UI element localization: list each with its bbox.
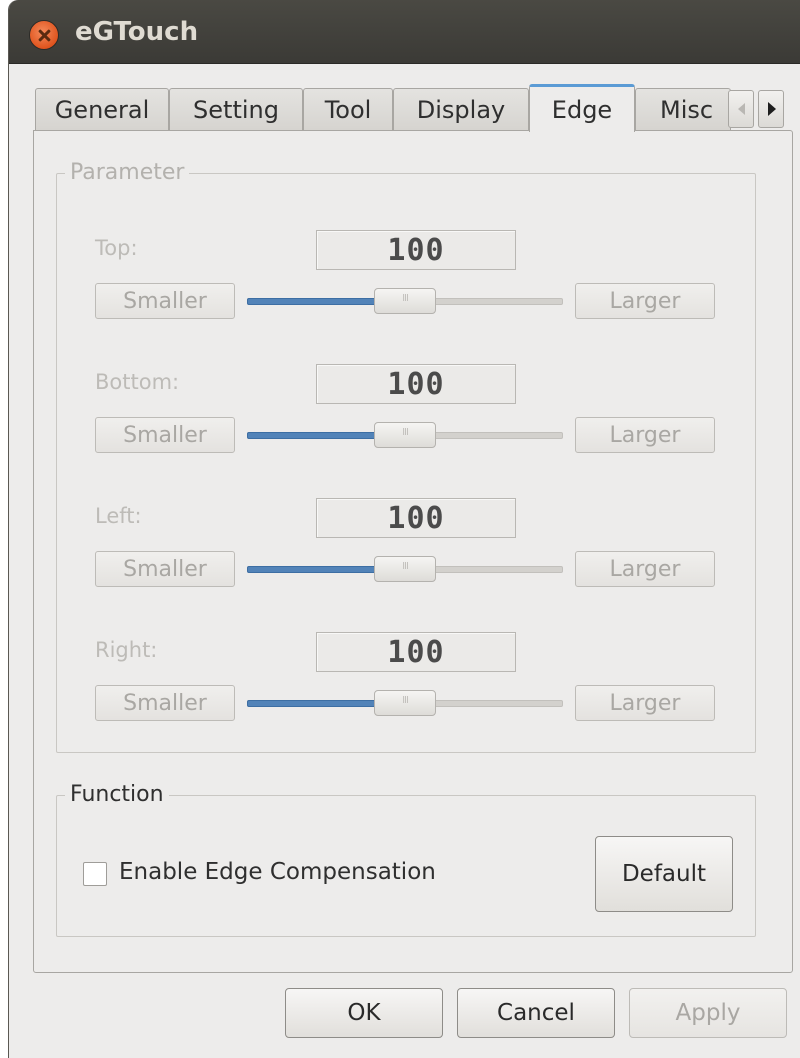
tab-setting[interactable]: Setting (169, 88, 303, 130)
apply-button[interactable]: Apply (629, 988, 787, 1038)
dialog-window: eGTouch General Setting Tool Display Edg… (8, 0, 800, 1058)
slider-handle[interactable] (374, 556, 436, 582)
top-larger-button[interactable]: Larger (575, 283, 715, 319)
enable-edge-compensation-checkbox[interactable] (83, 862, 107, 886)
right-larger-button[interactable]: Larger (575, 685, 715, 721)
function-group: Function Enable Edge Compensation Defaul… (56, 782, 756, 937)
top-value-display: 100 (316, 230, 516, 270)
top-slider[interactable] (247, 283, 563, 319)
left-value-display: 100 (316, 498, 516, 538)
right-smaller-button[interactable]: Smaller (95, 685, 235, 721)
chevron-left-icon (738, 103, 745, 115)
slider-handle[interactable] (374, 422, 436, 448)
right-value-display: 100 (316, 632, 516, 672)
left-larger-button[interactable]: Larger (575, 551, 715, 587)
chevron-right-icon (768, 102, 776, 116)
close-icon[interactable] (29, 20, 59, 50)
tab-tool[interactable]: Tool (303, 88, 393, 130)
slider-handle[interactable] (374, 690, 436, 716)
slider-handle[interactable] (374, 288, 436, 314)
tab-edge[interactable]: Edge (529, 84, 635, 132)
edge-tab-panel: Parameter Top: 100 Smaller Larger Bottom… (33, 130, 793, 973)
cancel-button[interactable]: Cancel (457, 988, 615, 1038)
default-button[interactable]: Default (595, 836, 733, 912)
tab-display[interactable]: Display (393, 88, 529, 130)
parameter-group-title: Parameter (65, 160, 190, 185)
tab-scroll-left-button[interactable] (728, 90, 754, 128)
title-bar: eGTouch (9, 0, 800, 64)
bottom-value-display: 100 (316, 364, 516, 404)
window-title: eGTouch (75, 17, 199, 47)
ok-button[interactable]: OK (285, 988, 443, 1038)
tab-general[interactable]: General (35, 88, 169, 130)
parameter-group: Parameter Top: 100 Smaller Larger Bottom… (56, 160, 756, 753)
left-slider[interactable] (247, 551, 563, 587)
right-label: Right: (95, 638, 158, 662)
bottom-slider[interactable] (247, 417, 563, 453)
function-group-title: Function (65, 782, 169, 807)
right-slider[interactable] (247, 685, 563, 721)
tab-scroll-right-button[interactable] (758, 90, 784, 128)
enable-edge-compensation-label[interactable]: Enable Edge Compensation (119, 859, 436, 885)
top-label: Top: (95, 236, 138, 260)
bottom-label: Bottom: (95, 370, 180, 394)
bottom-larger-button[interactable]: Larger (575, 417, 715, 453)
left-smaller-button[interactable]: Smaller (95, 551, 235, 587)
bottom-smaller-button[interactable]: Smaller (95, 417, 235, 453)
tab-misc[interactable]: Misc (635, 88, 731, 130)
top-smaller-button[interactable]: Smaller (95, 283, 235, 319)
left-label: Left: (95, 504, 142, 528)
